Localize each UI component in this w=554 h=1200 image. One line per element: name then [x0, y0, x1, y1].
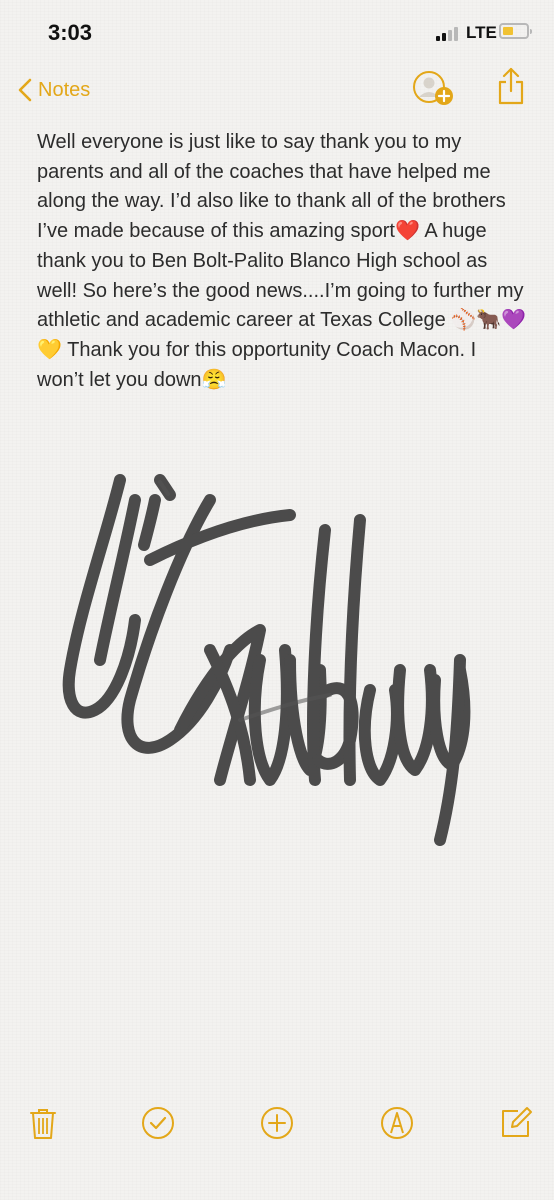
add-person-icon [413, 71, 453, 105]
markup-icon [381, 1107, 413, 1139]
battery-fill [503, 27, 514, 35]
checklist-button[interactable] [140, 1105, 176, 1141]
share-icon [498, 67, 524, 105]
signature-drawing[interactable] [40, 460, 510, 900]
markup-button[interactable] [379, 1105, 415, 1141]
battery-icon [499, 23, 532, 39]
back-button[interactable]: Notes [18, 72, 90, 108]
trash-icon [30, 1109, 56, 1139]
status-bar: 3:03 LTE [0, 0, 554, 66]
signal-icon [436, 27, 462, 41]
checklist-icon [142, 1107, 174, 1139]
add-button[interactable] [259, 1105, 295, 1141]
compose-icon [502, 1107, 532, 1137]
nav-bar: Notes [0, 66, 554, 114]
add-icon [261, 1107, 293, 1139]
delete-button[interactable] [25, 1105, 61, 1141]
compose-button[interactable] [498, 1105, 534, 1141]
share-button[interactable] [494, 66, 528, 108]
chevron-left-icon [18, 78, 32, 102]
add-people-button[interactable] [412, 68, 458, 108]
network-label: LTE [466, 23, 497, 42]
status-time: 3:03 [48, 20, 93, 45]
note-body[interactable]: Well everyone is just like to say thank … [37, 128, 527, 395]
back-label: Notes [38, 78, 91, 101]
bottom-toolbar [0, 1095, 554, 1155]
